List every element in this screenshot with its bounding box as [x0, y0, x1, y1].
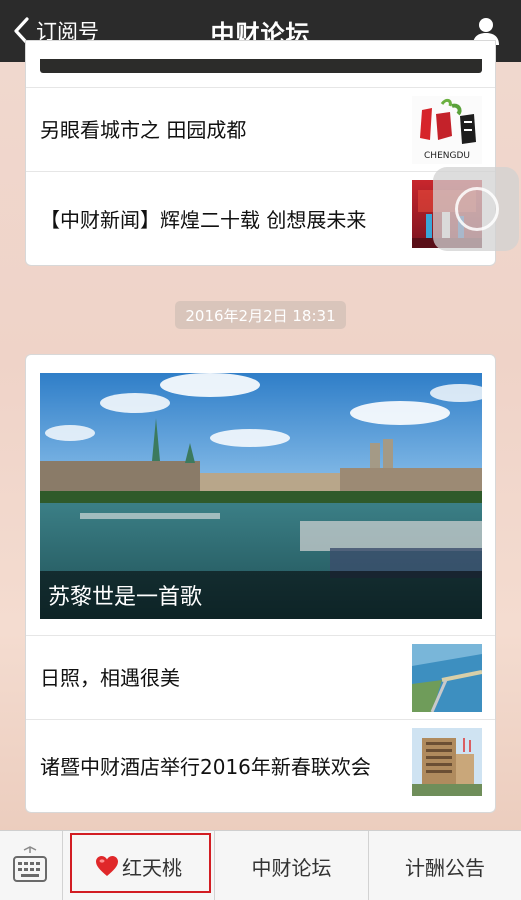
article-title: 另眼看城市之 田园成都 [40, 117, 247, 142]
tab-label: 中财论坛 [251, 855, 332, 880]
tab-compensation-notice[interactable]: 计酬公告 [368, 831, 521, 900]
tab-hongtiantao[interactable]: 红天桃 [62, 831, 214, 900]
list-item[interactable]: 【中财新闻】辉煌二十载 创想展未来 [26, 171, 495, 265]
tab-label: 计酬公告 [405, 855, 485, 880]
timestamp-badge: 2016年2月2日 18:31 [175, 301, 346, 329]
article-card: 苏黎世是一首歌 日照，相遇很美 诸暨中财酒店举行2016年新春联欢会 [25, 354, 496, 813]
tab-zhongcai-forum[interactable]: 中财论坛 [214, 831, 368, 900]
article-title: 诸暨中财酒店举行2016年新春联欢会 [40, 755, 371, 779]
coastline-thumbnail [412, 644, 482, 712]
circle-icon [455, 187, 499, 231]
list-item[interactable]: 日照，相遇很美 [26, 635, 495, 719]
svg-text:CHENGDU: CHENGDU [424, 151, 470, 161]
heart-icon [96, 856, 118, 876]
bottom-menu-bar: 红天桃 中财论坛 计酬公告 [0, 830, 521, 900]
keyboard-icon[interactable] [10, 845, 50, 887]
tab-label: 红天桃 [122, 855, 182, 880]
list-item[interactable]: 诸暨中财酒店举行2016年新春联欢会 [26, 719, 495, 812]
hero-caption: 苏黎世是一首歌 [48, 585, 203, 610]
floating-assist-button[interactable] [433, 167, 519, 251]
chengdu-thumbnail: CHENGDU [412, 96, 482, 164]
previous-article-card: 另眼看城市之 田园成都 CHENGDU 【中财新闻】辉煌二十载 创想展未来 [25, 40, 496, 266]
previous-hero-image[interactable] [40, 59, 482, 73]
hotel-thumbnail [412, 728, 482, 796]
article-title: 日照，相遇很美 [40, 665, 180, 690]
list-item[interactable]: 另眼看城市之 田园成都 CHENGDU [26, 87, 495, 171]
article-title: 【中财新闻】辉煌二十载 创想展未来 [40, 207, 367, 232]
